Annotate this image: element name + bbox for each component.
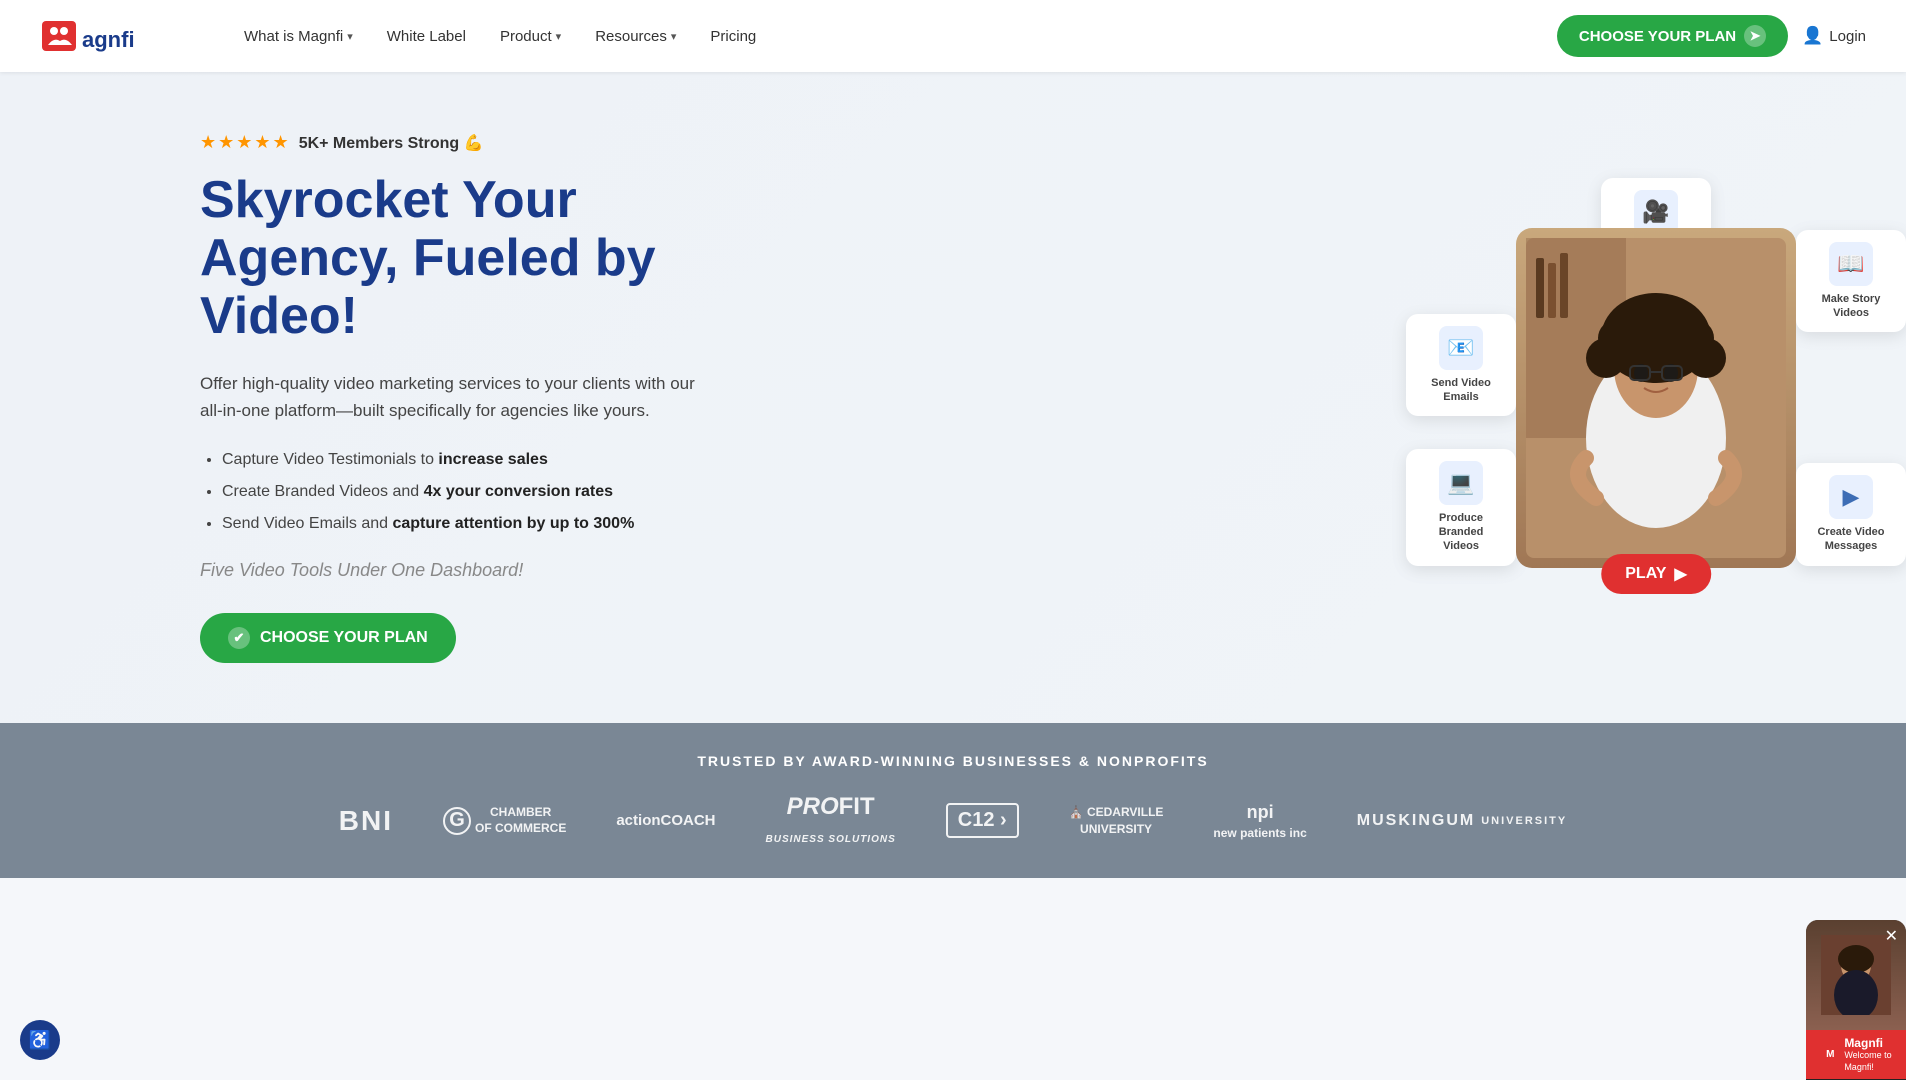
trusted-title: TRUSTED BY AWARD-WINNING BUSINESSES & NO… xyxy=(40,753,1866,769)
nav-item-resources[interactable]: Resources ▾ xyxy=(581,20,690,53)
logo-chamber: G CHAMBEROF COMMERCE xyxy=(443,805,566,836)
play-icon: ▶ xyxy=(1674,564,1686,584)
chamber-g-icon: G xyxy=(443,807,471,835)
logo-cedarville: ⛪ CEDARVILLEUNIVERSITY xyxy=(1069,804,1164,838)
chat-footer: M Magnfi Welcome toMagnfi! xyxy=(1806,1030,1906,1079)
chat-widget: ✕ M Magnfi Welcome toMagnfi! xyxy=(1806,920,1906,1080)
bullet-2: Create Branded Videos and 4x your conver… xyxy=(222,480,720,504)
bullet-3: Send Video Emails and capture attention … xyxy=(222,512,720,536)
login-button[interactable]: 👤 Login xyxy=(1802,26,1866,46)
circle-check-icon: ✔ xyxy=(228,627,250,649)
chat-footer-logo: Magnfi xyxy=(1844,1036,1891,1050)
chat-footer-text: Welcome toMagnfi! xyxy=(1844,1050,1891,1073)
nav-item-product[interactable]: Product ▾ xyxy=(486,20,575,53)
feature-card-story: 📖 Make Story Videos xyxy=(1796,230,1906,333)
bullet-1: Capture Video Testimonials to increase s… xyxy=(222,448,720,472)
navbar: agnfi What is Magnfi ▾ White Label Produ… xyxy=(0,0,1906,72)
play-button[interactable]: PLAY ▶ xyxy=(1601,554,1711,594)
email-icon: 📧 xyxy=(1439,326,1483,370)
chevron-down-icon-2: ▾ xyxy=(556,30,562,43)
star-rating: ★★★★★ xyxy=(200,132,291,153)
logo-npi: npinew patients inc xyxy=(1213,800,1306,842)
hero-video-area: 🎥 Capture Video Testimonials 📧 Send Vide… xyxy=(1466,188,1846,608)
logo-bni: BNI xyxy=(339,805,393,837)
trusted-section: TRUSTED BY AWARD-WINNING BUSINESSES & NO… xyxy=(0,723,1906,878)
hero-description: Offer high-quality video marketing servi… xyxy=(200,370,720,424)
nav-item-what-is[interactable]: What is Magnfi ▾ xyxy=(230,20,367,53)
feature-card-branded: 💻 Produce Branded Videos xyxy=(1406,449,1516,566)
feature-card-messages: ▶ Create Video Messages xyxy=(1796,463,1906,566)
nav-right: CHOOSE YOUR PLAN ➤ 👤 Login xyxy=(1557,15,1866,57)
logo-actioncoach: actionCOACH xyxy=(616,812,715,829)
hero-section: ★★★★★ 5K+ Members Strong 💪 Skyrocket You… xyxy=(0,72,1906,723)
hero-tagline: Five Video Tools Under One Dashboard! xyxy=(200,560,720,581)
logos-row: BNI G CHAMBEROF COMMERCE actionCOACH PRO… xyxy=(40,793,1866,848)
chat-logo-icon: M xyxy=(1820,1045,1840,1065)
hero-video-thumbnail xyxy=(1516,228,1796,568)
hero-cta-button[interactable]: ✔ CHOOSE YOUR PLAN xyxy=(200,613,456,663)
logo-profit: PROFITBUSINESS SOLUTIONS xyxy=(766,793,896,848)
logo-muskingum: MUSKINGUMUNIVERSITY xyxy=(1357,812,1567,830)
nav-item-white-label[interactable]: White Label xyxy=(373,20,480,53)
branded-icon: 💻 xyxy=(1439,461,1483,505)
hero-badge: ★★★★★ 5K+ Members Strong 💪 xyxy=(200,132,720,153)
nav-links: What is Magnfi ▾ White Label Product ▾ R… xyxy=(230,20,1557,53)
messages-icon: ▶ xyxy=(1829,475,1873,519)
logo[interactable]: agnfi xyxy=(40,11,170,61)
nav-cta-button[interactable]: CHOOSE YOUR PLAN ➤ xyxy=(1557,15,1788,57)
svg-text:agnfi: agnfi xyxy=(82,27,135,52)
hero-bullets: Capture Video Testimonials to increase s… xyxy=(200,448,720,536)
accessibility-button[interactable]: ♿ xyxy=(20,1020,60,1060)
chevron-down-icon: ▾ xyxy=(347,30,353,43)
nav-item-pricing[interactable]: Pricing xyxy=(696,20,770,53)
member-count: 5K+ Members Strong 💪 xyxy=(299,133,484,153)
hero-title: Skyrocket Your Agency, Fueled by Video! xyxy=(200,171,720,346)
hero-left: ★★★★★ 5K+ Members Strong 💪 Skyrocket You… xyxy=(200,132,720,663)
arrow-icon: ➤ xyxy=(1744,25,1766,47)
chevron-down-icon-3: ▾ xyxy=(671,30,677,43)
user-icon: 👤 xyxy=(1802,26,1823,46)
feature-card-email: 📧 Send Video Emails xyxy=(1406,314,1516,417)
chat-close-button[interactable]: ✕ xyxy=(1885,926,1898,946)
logo-c12: C12 › xyxy=(946,803,1019,838)
story-icon: 📖 xyxy=(1829,242,1873,286)
